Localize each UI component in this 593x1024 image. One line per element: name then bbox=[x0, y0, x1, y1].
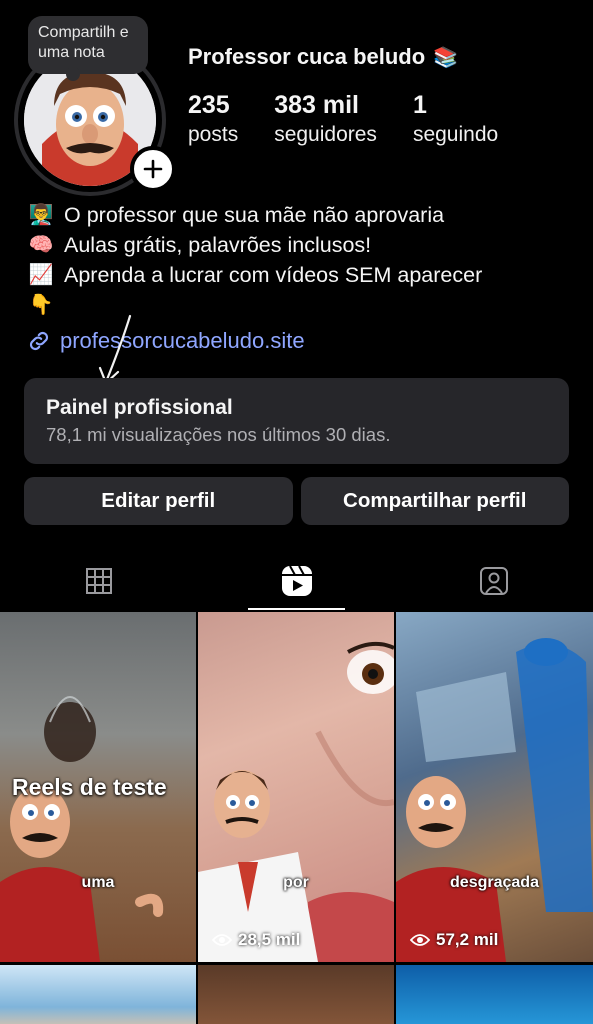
pointing-down-emoji: 👇 bbox=[28, 294, 54, 316]
reel-character-image bbox=[198, 641, 394, 962]
grid-icon bbox=[85, 568, 112, 594]
reel-thumbnail[interactable] bbox=[0, 965, 196, 1024]
bio-line: 🧠 Aulas grátis, palavrões inclusos! bbox=[26, 230, 586, 260]
tab-grid[interactable] bbox=[0, 552, 198, 610]
chart-emoji: 📈 bbox=[28, 264, 54, 286]
reel-character-image bbox=[396, 638, 593, 962]
brain-emoji: 🧠 bbox=[28, 234, 54, 256]
stat-value: 235 bbox=[188, 91, 230, 119]
stat-value: 1 bbox=[412, 91, 427, 119]
stat-label: seguindo bbox=[412, 123, 499, 146]
dashboard-title: Painel profissional bbox=[46, 396, 233, 419]
tagged-icon bbox=[480, 567, 509, 595]
reel-overlay-title: Reels de teste bbox=[12, 774, 167, 800]
reels-grid: Reels de teste uma por 28,5 mil desgraça… bbox=[0, 612, 593, 1024]
reels-icon bbox=[281, 565, 312, 596]
eye-icon bbox=[410, 934, 430, 946]
stat-label: seguidores bbox=[274, 123, 377, 146]
add-story-button[interactable] bbox=[130, 146, 176, 192]
edit-profile-button[interactable]: Editar perfil bbox=[24, 477, 293, 525]
profile-bio: 👨‍🏫 O professor que sua mãe não aprovari… bbox=[26, 200, 586, 320]
reel-thumbnail[interactable] bbox=[198, 965, 394, 1024]
share-profile-button[interactable]: Compartilhar perfil bbox=[300, 477, 569, 525]
link-icon bbox=[29, 331, 49, 351]
stat-following[interactable]: 1 seguindo bbox=[413, 90, 498, 150]
eye-icon bbox=[212, 934, 232, 946]
stat-label: posts bbox=[188, 123, 239, 146]
reel-caption: uma bbox=[81, 874, 115, 891]
bio-line: 📈 Aprenda a lucrar com vídeos SEM aparec… bbox=[26, 260, 586, 290]
reel-caption: por bbox=[283, 874, 309, 891]
profile-username: Professor cuca beludo 📚 bbox=[188, 44, 458, 70]
reel-caption: desgraçada bbox=[450, 874, 539, 891]
arrow-annotation-icon bbox=[98, 314, 132, 385]
books-emoji: 📚 bbox=[433, 46, 459, 69]
note-bubble[interactable]: Compartilh e uma nota bbox=[28, 16, 148, 81]
professional-dashboard[interactable]: Painel profissional 78,1 mi visualizaçõe… bbox=[24, 378, 569, 464]
teacher-emoji: 👨‍🏫 bbox=[28, 204, 54, 226]
tab-tagged[interactable] bbox=[395, 552, 593, 610]
reel-view-count: 28,5 mil bbox=[238, 930, 301, 949]
plus-icon bbox=[143, 159, 163, 179]
reel-view-count: 57,2 mil bbox=[436, 930, 499, 949]
reel-views: 57,2 mil bbox=[410, 930, 498, 950]
stat-followers[interactable]: 383 mil seguidores bbox=[274, 90, 377, 150]
bio-text: Aulas grátis, palavrões inclusos! bbox=[64, 233, 372, 257]
bio-text: O professor que sua mãe não aprovaria bbox=[64, 203, 445, 227]
dashboard-subtitle: 78,1 mi visualizações nos últimos 30 dia… bbox=[46, 424, 391, 445]
profile-actions: Editar perfil Compartilhar perfil bbox=[24, 477, 569, 525]
tab-reels[interactable] bbox=[198, 552, 396, 610]
profile-tabs bbox=[0, 552, 593, 610]
reel-thumbnail[interactable] bbox=[396, 965, 593, 1024]
reel-thumbnail[interactable]: desgraçada 57,2 mil bbox=[396, 612, 593, 962]
profile-link[interactable]: professorcucabeludo.site bbox=[26, 328, 305, 354]
bio-text: Aprenda a lucrar com vídeos SEM aparecer bbox=[64, 263, 483, 287]
stat-posts[interactable]: 235 posts bbox=[188, 90, 238, 150]
username-text: Professor cuca beludo bbox=[188, 44, 426, 69]
reel-thumbnail[interactable]: Reels de teste uma bbox=[0, 612, 196, 962]
stat-value: 383 mil bbox=[274, 91, 359, 119]
bio-line: 👨‍🏫 O professor que sua mãe não aprovari… bbox=[26, 200, 586, 230]
reel-views: 28,5 mil bbox=[212, 930, 300, 950]
profile-stats: 235 posts 383 mil seguidores 1 seguindo bbox=[188, 90, 498, 150]
reel-thumbnail[interactable]: por 28,5 mil bbox=[198, 612, 394, 962]
